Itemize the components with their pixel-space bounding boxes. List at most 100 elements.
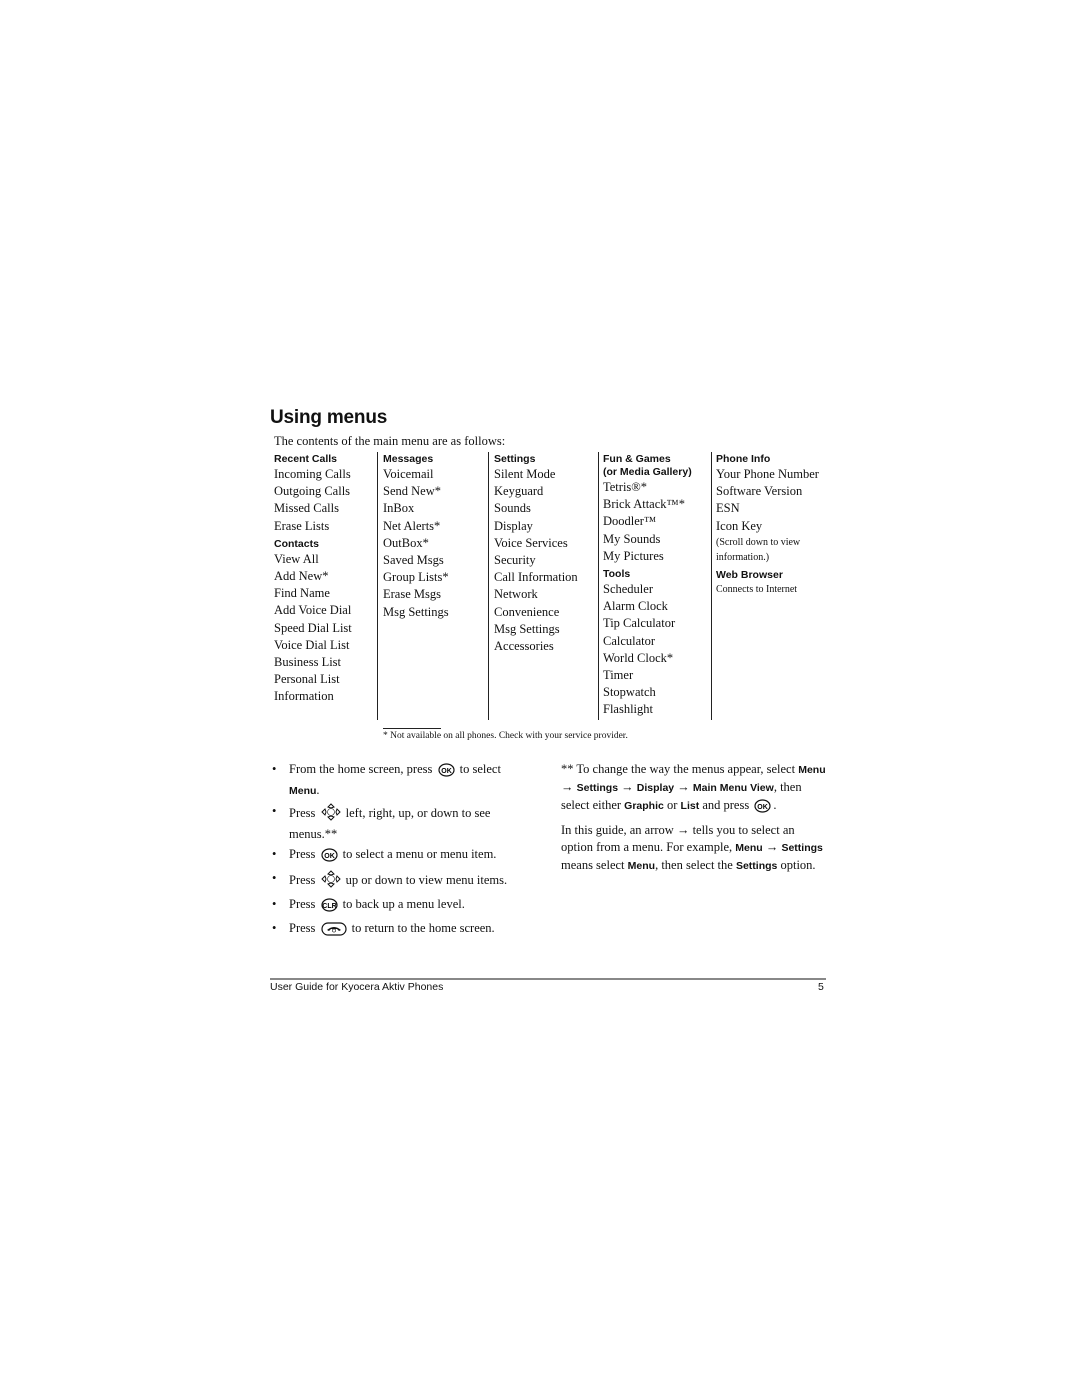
- menu-item: Saved Msgs: [383, 553, 444, 568]
- arrow-icon: →: [677, 780, 690, 794]
- menu-item: Call Information: [494, 570, 578, 585]
- menu-item: Missed Calls: [274, 501, 339, 516]
- menu-item: Add New*: [274, 569, 329, 584]
- section-header: Contacts: [274, 537, 319, 550]
- menu-column-phone-info-web: Phone Info Your Phone Number Software Ve…: [716, 452, 819, 598]
- menu-notes: ** To change the way the menus appear, s…: [561, 761, 829, 879]
- menu-note: (Scroll down to view: [716, 536, 801, 548]
- footnote-rule: [383, 728, 441, 729]
- bullet-text: to return to the home screen.: [351, 921, 495, 935]
- menu-item: View All: [274, 551, 319, 566]
- menu-item: Software Version: [716, 484, 803, 499]
- arrow-icon: →: [561, 780, 574, 794]
- footnote: * Not available on all phones. Check wit…: [383, 731, 628, 741]
- arrow-note: In this guide, an arrow → tells you to s…: [561, 822, 829, 875]
- menu-item: Erase Msgs: [383, 587, 441, 602]
- page-number: 5: [818, 981, 824, 993]
- key-label: Main Menu View: [692, 782, 774, 794]
- menu-item: Connects to Internet: [716, 583, 798, 595]
- key-label: Settings: [735, 860, 778, 872]
- list-item: • Press left, right, up, or down to see …: [272, 803, 532, 843]
- list-item: • Press to return to the home screen.: [272, 920, 532, 941]
- menu-item: Personal List: [274, 672, 340, 687]
- menu-item: Speed Dial List: [274, 620, 352, 635]
- display-note: ** To change the way the menus appear, s…: [561, 761, 829, 818]
- bullet-text: left, right, up, or down to see menus.**: [289, 806, 491, 841]
- menu-item: InBox: [383, 501, 415, 516]
- bullet-dot: •: [272, 847, 277, 861]
- ok-key-icon: OK: [754, 799, 771, 818]
- menu-item: Business List: [274, 655, 342, 670]
- section-header: Fun & Games: [603, 453, 671, 465]
- key-label: Menu: [289, 785, 317, 797]
- menu-item: Your Phone Number: [716, 467, 819, 481]
- bullet-dot: •: [272, 897, 277, 911]
- key-label: Settings: [576, 782, 619, 794]
- key-label: Graphic: [624, 800, 664, 812]
- arrow-icon: →: [765, 840, 779, 854]
- note-text: option.: [780, 858, 816, 872]
- column-divider: [488, 452, 489, 720]
- ok-key-icon: OK: [437, 763, 455, 782]
- menu-item: Group Lists*: [383, 570, 449, 585]
- key-label: Settings: [781, 842, 823, 854]
- list-item: • Press up or down to view menu items.: [272, 870, 532, 893]
- menu-item: Flashlight: [603, 702, 654, 717]
- menu-item: World Clock*: [603, 650, 674, 665]
- intro-text: The contents of the main menu are as fol…: [274, 434, 506, 448]
- menu-item: Icon Key: [716, 518, 763, 533]
- key-label: List: [680, 800, 700, 812]
- menu-item: Send New*: [383, 484, 441, 499]
- arrow-icon: →: [621, 780, 634, 794]
- instruction-list: • From the home screen, press OK to sele…: [272, 761, 532, 944]
- footer-title: User Guide for Kyocera Aktiv Phones: [270, 981, 444, 993]
- note-text: and press: [702, 798, 750, 812]
- menu-item: Erase Lists: [274, 518, 330, 533]
- bullet-text: to select a menu or menu item.: [342, 847, 497, 861]
- menu-item: Calculator: [603, 633, 656, 648]
- section-subheader: (or Media Gallery): [603, 466, 692, 478]
- section-header: Recent Calls: [274, 453, 338, 465]
- menu-item: Timer: [603, 668, 634, 683]
- key-label: Menu: [798, 764, 826, 776]
- menu-item: Keyguard: [494, 484, 544, 499]
- list-item: • From the home screen, press OK to sele…: [272, 761, 532, 800]
- menu-item: Voice Services: [494, 535, 568, 550]
- end-key-icon: [320, 922, 347, 941]
- ok-key-icon: OK: [320, 848, 338, 867]
- menu-item: Alarm Clock: [603, 599, 668, 614]
- menu-item: Doodler™: [603, 514, 657, 529]
- menu-item: Scheduler: [603, 582, 653, 597]
- menu-item: Msg Settings: [494, 621, 560, 636]
- menu-item: My Sounds: [603, 531, 661, 546]
- svg-text:OK: OK: [441, 768, 452, 775]
- key-label: Menu: [735, 842, 763, 854]
- svg-text:OK: OK: [758, 804, 769, 811]
- footer-rule: [270, 978, 826, 980]
- column-divider: [598, 452, 599, 720]
- column-divider: [711, 452, 712, 720]
- bullet-text: to select: [459, 762, 501, 776]
- menu-item: Brick Attack™*: [603, 497, 686, 512]
- column-divider: [377, 452, 378, 720]
- menu-item: Incoming Calls: [274, 467, 351, 481]
- bullet-dot: •: [272, 921, 277, 935]
- section-header: Messages: [383, 453, 434, 465]
- menu-note: information.): [716, 552, 770, 564]
- menu-item: Outgoing Calls: [274, 484, 351, 499]
- bullet-text: to back up a menu level.: [342, 897, 465, 911]
- menu-item: Voicemail: [383, 467, 434, 481]
- note-text: means select: [561, 858, 625, 872]
- bullet-text: Press: [289, 806, 316, 820]
- menu-item: Network: [494, 587, 538, 602]
- menu-column-fun-games-tools: Fun & Games (or Media Gallery) Tetris®* …: [603, 452, 692, 719]
- bullet-dot: •: [272, 762, 277, 776]
- menu-item: Msg Settings: [383, 604, 449, 619]
- menu-item: Sounds: [494, 501, 531, 516]
- bullet-text: Press: [289, 873, 316, 887]
- menu-item: OutBox*: [383, 535, 429, 550]
- menu-item: Information: [274, 689, 334, 704]
- section-header: Phone Info: [716, 453, 771, 465]
- svg-text:OK: OK: [324, 853, 335, 860]
- menu-item: Find Name: [274, 586, 330, 601]
